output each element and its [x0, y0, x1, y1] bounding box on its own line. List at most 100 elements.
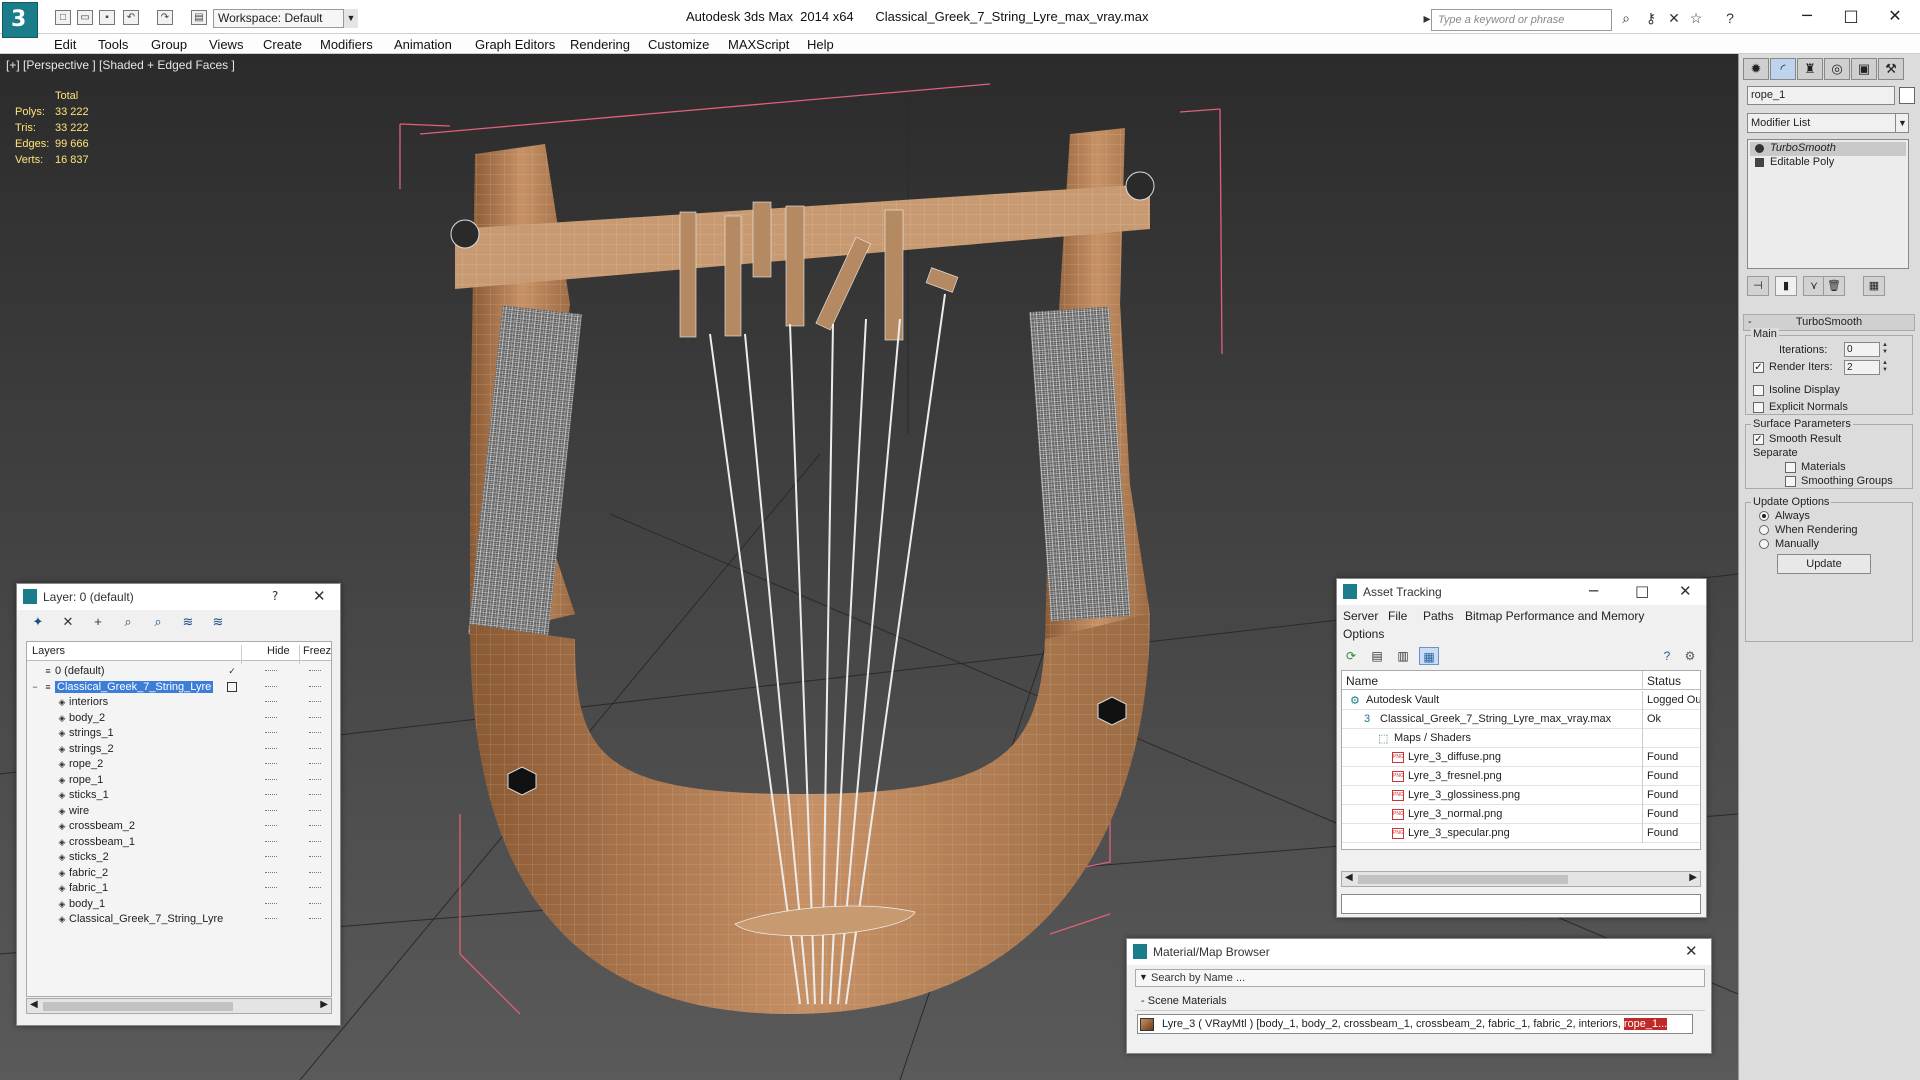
utilities-tab-icon[interactable]: ⚒ — [1878, 58, 1904, 80]
close-icon[interactable]: ✕ — [1679, 582, 1692, 600]
freeze-toggle[interactable] — [309, 902, 321, 905]
freeze-toggle[interactable] — [309, 825, 321, 827]
motion-tab-icon[interactable]: ◎ — [1824, 58, 1850, 80]
explicit-normals-checkbox[interactable] — [1753, 402, 1764, 413]
open-file-icon[interactable]: ▭ — [77, 10, 93, 25]
help-icon[interactable]: ? — [1657, 647, 1677, 665]
freeze-toggle[interactable] — [309, 685, 321, 688]
hide-toggle[interactable] — [265, 840, 277, 843]
render-iters-spinner[interactable]: 2 — [1844, 360, 1880, 375]
hide-toggle[interactable] — [265, 716, 277, 719]
app-menu-button[interactable]: 3 — [2, 2, 38, 38]
hide-toggle[interactable] — [265, 701, 277, 703]
expand-toggle-icon[interactable]: − — [30, 682, 40, 692]
menu-help[interactable]: Help — [807, 37, 834, 52]
column-freeze[interactable]: Freez — [303, 645, 331, 657]
stack-item-editable-poly[interactable]: Editable Poly — [1750, 156, 1906, 170]
save-file-icon[interactable]: ▪ — [99, 10, 115, 25]
update-button[interactable]: Update — [1777, 554, 1871, 574]
freeze-toggle[interactable] — [309, 778, 321, 781]
spinner-arrows-icon[interactable]: ▲ ▼ — [1881, 342, 1889, 357]
undo-icon[interactable]: ↶ — [123, 10, 139, 25]
material-item-lyre-3[interactable]: Lyre_3 ( VRayMtl ) [body_1, body_2, cros… — [1137, 1014, 1693, 1034]
chevron-down-icon[interactable]: ▼ — [343, 9, 358, 28]
table-view-icon[interactable]: ▦ — [1419, 647, 1439, 665]
new-layer-icon[interactable]: ✦ — [29, 614, 47, 630]
help-icon[interactable]: ? — [1720, 10, 1740, 28]
material-search-input[interactable]: Search by Name ... — [1135, 969, 1705, 987]
render-iters-checkbox[interactable]: ✓ — [1753, 362, 1764, 373]
expand-toggle-icon[interactable] — [30, 666, 40, 676]
chevron-down-icon[interactable]: ▼ — [1895, 113, 1909, 133]
remove-modifier-icon[interactable]: 🗑 — [1823, 276, 1845, 296]
asset-row[interactable]: ⚙ Autodesk Vault Logged Ou — [1342, 691, 1700, 710]
workspace-select[interactable]: Workspace: Default — [213, 9, 358, 28]
scroll-left-icon[interactable]: ◀ — [1345, 872, 1353, 883]
close-icon[interactable]: ✕ — [1872, 4, 1918, 28]
freeze-toggle[interactable] — [309, 856, 321, 858]
scroll-thumb[interactable] — [43, 1002, 233, 1011]
spinner-arrows-icon[interactable]: ▲ ▼ — [1881, 360, 1889, 375]
display-tab-icon[interactable]: ▣ — [1851, 58, 1877, 80]
detail-view-icon[interactable]: ▥ — [1393, 647, 1413, 665]
freeze-toggle[interactable] — [309, 747, 321, 750]
menu-options[interactable]: Options — [1343, 627, 1384, 641]
menu-paths[interactable]: Paths — [1423, 609, 1454, 623]
column-hide[interactable]: Hide — [267, 645, 290, 657]
close-icon[interactable]: ✕ — [313, 587, 326, 605]
highlight-layer-icon[interactable]: ⌕ — [149, 614, 167, 630]
favorites-star-icon[interactable]: ☆ — [1686, 10, 1706, 28]
update-manually-radio[interactable] — [1759, 539, 1769, 549]
scroll-right-icon[interactable]: ▶ — [320, 999, 328, 1010]
menu-group[interactable]: Group — [151, 37, 187, 52]
hide-toggle[interactable] — [265, 902, 277, 905]
separate-materials-checkbox[interactable] — [1785, 462, 1796, 473]
freeze-toggle[interactable] — [309, 840, 321, 843]
pin-stack-icon[interactable]: ⊣ — [1747, 276, 1769, 296]
menu-bitmap-performance[interactable]: Bitmap Performance and Memory — [1465, 609, 1644, 623]
modify-tab-icon[interactable]: ◜ — [1770, 58, 1796, 80]
make-unique-icon[interactable]: ⋎ — [1803, 276, 1825, 296]
hide-toggle[interactable] — [265, 809, 277, 812]
asset-row[interactable]: PNG Lyre_3_normal.png Found — [1342, 805, 1700, 824]
menu-modifiers[interactable]: Modifiers — [320, 37, 373, 52]
refresh-icon[interactable]: ⟳ — [1341, 647, 1361, 665]
object-name-field[interactable]: rope_1 — [1747, 86, 1895, 105]
minimize-icon[interactable]: ─ — [1784, 4, 1830, 28]
hierarchy-tab-icon[interactable]: ♜ — [1797, 58, 1823, 80]
menu-animation[interactable]: Animation — [394, 37, 452, 52]
freeze-toggle[interactable] — [309, 701, 321, 703]
menu-customize[interactable]: Customize — [648, 37, 709, 52]
freeze-all-layers-icon[interactable]: ≋ — [209, 614, 227, 630]
hide-toggle[interactable] — [265, 747, 277, 750]
separate-smoothing-groups-checkbox[interactable] — [1785, 476, 1796, 487]
exchange-icon[interactable]: ✕ — [1664, 10, 1684, 28]
freeze-toggle[interactable] — [309, 871, 321, 874]
active-layer-check-icon[interactable]: ✓ — [227, 666, 237, 676]
isoline-display-checkbox[interactable] — [1753, 385, 1764, 396]
asset-path-field[interactable] — [1341, 894, 1701, 914]
menu-views[interactable]: Views — [209, 37, 243, 52]
asset-window-titlebar[interactable]: Asset Tracking ─ □ ✕ — [1337, 579, 1706, 605]
asset-row[interactable]: PNG Lyre_3_glossiness.png Found — [1342, 786, 1700, 805]
update-when-rendering-radio[interactable] — [1759, 525, 1769, 535]
scroll-left-icon[interactable]: ◀ — [30, 999, 38, 1010]
show-end-result-icon[interactable]: ▮ — [1775, 276, 1797, 296]
menu-edit[interactable]: Edit — [54, 37, 76, 52]
update-always-radio[interactable] — [1759, 511, 1769, 521]
hide-toggle[interactable] — [265, 794, 277, 796]
expand-plus-icon[interactable] — [1755, 158, 1764, 167]
menu-rendering[interactable]: Rendering — [570, 37, 630, 52]
horizontal-scrollbar[interactable]: ◀ ▶ — [26, 998, 332, 1014]
search-options-chevron-icon[interactable]: ▼ — [1139, 972, 1148, 982]
hide-toggle[interactable] — [265, 825, 277, 827]
settings-icon[interactable]: ⚙ — [1680, 647, 1700, 665]
hide-toggle[interactable] — [265, 685, 277, 688]
binoculars-icon[interactable]: ⌕ — [1616, 10, 1636, 28]
hide-toggle[interactable] — [265, 918, 277, 920]
freeze-toggle[interactable] — [309, 763, 321, 765]
make-active-box-icon[interactable] — [227, 681, 237, 692]
smooth-result-checkbox[interactable]: ✓ — [1753, 434, 1764, 445]
scroll-thumb[interactable] — [1358, 875, 1568, 884]
menu-server[interactable]: Server — [1343, 609, 1378, 623]
